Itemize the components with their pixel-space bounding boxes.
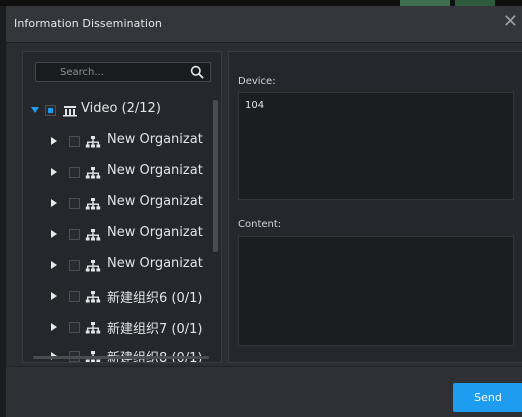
tree-item-label: 新建组织6 (0/1) — [107, 291, 203, 306]
dialog-titlebar: Information Dissemination ✕ — [6, 6, 522, 43]
tree-item-label: 新建组织7 (0/1) — [107, 322, 203, 337]
dialog-footer: Send — [6, 366, 522, 417]
expand-arrow-icon[interactable] — [51, 323, 57, 331]
expand-arrow-icon[interactable] — [51, 261, 57, 269]
tree-checkbox[interactable] — [69, 260, 80, 271]
expand-arrow-icon[interactable] — [51, 292, 57, 300]
tree-checkbox[interactable] — [69, 167, 80, 178]
organization-icon — [85, 198, 101, 210]
device-value: 104 — [245, 100, 265, 111]
tree-item-label: New Organizat — [107, 225, 203, 240]
tree-root-video[interactable]: Video (2/12) — [23, 96, 213, 127]
tree-item-organization[interactable]: New Organizat — [23, 251, 213, 282]
dialog-title: Information Dissemination — [14, 17, 162, 30]
organization-icon — [85, 322, 101, 334]
tree-item-organization[interactable]: 新建组织7 (0/1) — [23, 313, 213, 344]
content-label: Content: — [238, 219, 282, 230]
content-textarea[interactable] — [238, 236, 514, 346]
tree-root-label: Video (2/12) — [81, 101, 161, 116]
tree-checkbox[interactable] — [69, 322, 80, 333]
organization-icon — [85, 260, 101, 272]
tree-item-label: New Organizat — [107, 256, 203, 271]
tree-checkbox[interactable] — [69, 136, 80, 147]
tree-item-organization[interactable]: New Organizat — [23, 220, 213, 251]
tree-item-label: New Organizat — [107, 194, 203, 209]
tree-item-organization[interactable]: New Organizat — [23, 189, 213, 220]
tree-item-organization[interactable]: New Organizat — [23, 127, 213, 158]
tree-item-organization[interactable]: 新建组织6 (0/1) — [23, 282, 213, 313]
information-dissemination-dialog: Information Dissemination ✕ Search... Vi… — [6, 6, 522, 417]
search-input[interactable] — [36, 63, 210, 81]
expand-arrow-icon[interactable] — [31, 107, 39, 113]
message-form-panel: Device: 104 Content: — [228, 51, 522, 363]
tree-vertical-scrollbar[interactable] — [213, 100, 218, 252]
tree-item-label: New Organizat — [107, 132, 203, 147]
search-icon[interactable] — [190, 65, 204, 79]
device-label: Device: — [238, 76, 276, 87]
expand-arrow-icon[interactable] — [51, 230, 57, 238]
close-icon[interactable]: ✕ — [503, 12, 518, 32]
expand-arrow-icon[interactable] — [51, 168, 57, 176]
tree-checkbox[interactable] — [69, 229, 80, 240]
device-tree: Video (2/12) New Organizat New Organizat… — [23, 96, 213, 344]
send-button[interactable]: Send — [453, 383, 522, 412]
tree-horizontal-scrollbar[interactable] — [33, 356, 209, 359]
expand-arrow-icon[interactable] — [51, 199, 57, 207]
search-box — [35, 62, 211, 82]
organization-icon — [85, 229, 101, 241]
tree-checkbox[interactable] — [69, 198, 80, 209]
tree-item-organization[interactable]: New Organizat — [23, 158, 213, 189]
device-field[interactable]: 104 — [238, 92, 514, 200]
device-tree-panel: Video (2/12) New Organizat — [22, 51, 222, 363]
organization-icon — [85, 291, 101, 303]
tree-checkbox[interactable] — [69, 291, 80, 302]
tree-checkbox[interactable] — [45, 105, 56, 116]
organization-icon — [85, 136, 101, 148]
video-icon — [63, 106, 77, 117]
expand-arrow-icon[interactable] — [51, 137, 57, 145]
organization-icon — [85, 167, 101, 179]
tree-item-label: New Organizat — [107, 163, 203, 178]
